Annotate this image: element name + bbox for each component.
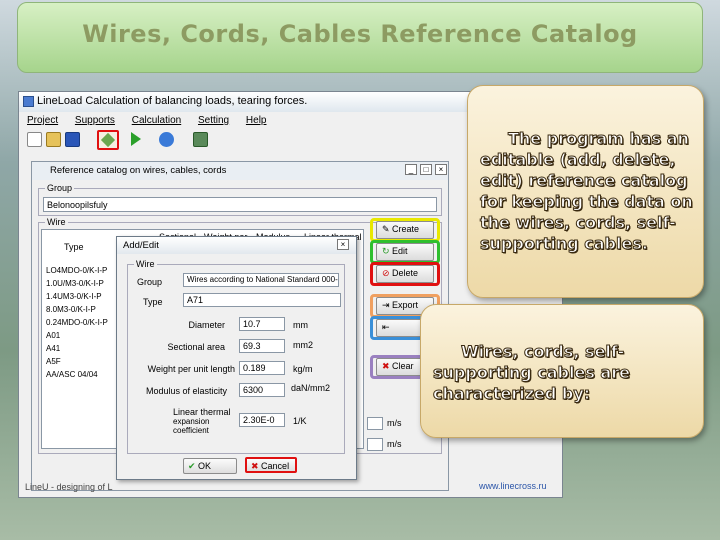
diameter-label: Diameter — [188, 320, 225, 330]
speed-spinner-1[interactable] — [367, 417, 383, 430]
speed-unit-2: m/s — [387, 439, 402, 449]
dialog-close-icon[interactable]: × — [337, 239, 349, 250]
menu-calculation[interactable]: Calculation — [132, 115, 181, 126]
column-header-type[interactable]: Type — [64, 242, 84, 252]
cancel-icon: ✖ — [251, 461, 262, 471]
catalog-title: Reference catalog on wires, cables, cord… — [50, 165, 227, 176]
dialog-wire-legend: Wire — [134, 259, 157, 269]
diameter-input[interactable]: 10.7 — [239, 317, 285, 331]
edit-label: Edit — [392, 246, 408, 256]
weight-label: Weight per unit length — [147, 364, 235, 374]
new-file-icon[interactable] — [27, 132, 42, 147]
cancel-button[interactable]: ✖ Cancel — [245, 457, 297, 473]
exit-icon[interactable] — [193, 132, 208, 147]
table-row[interactable]: 0.24MDO-0/K-I-P — [43, 318, 121, 330]
delete-label: Delete — [392, 268, 419, 278]
catalog-title-bar: Reference catalog on wires, cables, cord… — [32, 162, 448, 180]
modulus-label: Modulus of elasticity — [145, 386, 227, 396]
export-label: Export — [392, 300, 419, 310]
catalog-icon[interactable] — [97, 130, 119, 150]
group-legend: Group — [45, 183, 75, 193]
open-folder-icon[interactable] — [46, 132, 61, 147]
delete-button[interactable]: ⊘ Delete — [376, 265, 434, 283]
catalog-icon-mark — [100, 132, 116, 148]
dialog-type-label: Type — [143, 297, 163, 307]
thermal-unit: 1/K — [293, 416, 307, 426]
table-row[interactable]: 1.4UM3-0/K-I-P — [43, 292, 121, 304]
area-label: Sectional area — [167, 342, 225, 352]
minimize-icon[interactable]: _ — [405, 164, 417, 175]
save-icon[interactable] — [65, 132, 80, 147]
ok-button[interactable]: ✔ OK — [183, 458, 237, 474]
table-row[interactable]: A01 — [43, 331, 121, 343]
weight-input[interactable]: 0.189 — [239, 361, 285, 375]
ok-icon: ✔ — [188, 461, 199, 471]
callout-characteristics: Wires, cords, self-supporting cables are… — [420, 304, 704, 438]
callout-catalog: The program has an editable (add, delete… — [467, 85, 704, 298]
run-icon[interactable] — [131, 132, 141, 146]
speed-spinner-2[interactable] — [367, 438, 383, 451]
window-title: LineLoad Calculation of balancing loads,… — [37, 95, 308, 107]
table-row[interactable]: A41 — [43, 344, 121, 356]
dialog-group-label: Group — [137, 277, 163, 287]
callout-catalog-text: The program has an editable (add, delete… — [480, 129, 694, 254]
menu-supports[interactable]: Supports — [75, 115, 115, 126]
table-row[interactable]: A5F — [43, 357, 121, 369]
dialog-title: Add/Edit — [123, 240, 159, 251]
modulus-unit: daN/mm2 — [291, 383, 331, 393]
thermal-label-2: expansion — [173, 417, 210, 426]
table-row[interactable]: 8.0M3-0/K-I-P — [43, 305, 121, 317]
dialog-group-select[interactable]: Wires according to National Standard 000… — [183, 273, 339, 287]
menu-setting[interactable]: Setting — [198, 115, 229, 126]
thermal-label-1: Linear thermal — [173, 407, 231, 417]
table-row[interactable]: 1.0U/M3-0/K-I-P — [43, 279, 121, 291]
maximize-icon[interactable]: □ — [420, 164, 432, 175]
slide-title: Wires, Cords, Cables Reference Catalog — [82, 20, 638, 48]
close-icon[interactable]: × — [435, 164, 447, 175]
export-icon: ⇥ — [382, 300, 393, 310]
speed-unit-1: m/s — [387, 418, 402, 428]
ok-label: OK — [198, 461, 212, 471]
weight-unit: kg/m — [293, 364, 313, 374]
table-row[interactable]: LO4MDO-0/K-I-P — [43, 266, 121, 278]
group-select[interactable]: Belonoopilsfuly — [43, 197, 437, 212]
import-icon: ⇤ — [382, 322, 390, 332]
dialog-type-input[interactable]: A71 — [183, 293, 341, 307]
settings-icon[interactable] — [159, 132, 174, 147]
menu-help[interactable]: Help — [246, 115, 267, 126]
create-icon: ✎ — [382, 224, 393, 234]
edit-button[interactable]: ↻ Edit — [376, 243, 434, 261]
cancel-label: Cancel — [261, 461, 290, 471]
modulus-input[interactable]: 6300 — [239, 383, 285, 397]
callout-characteristics-text: Wires, cords, self-supporting cables are… — [433, 342, 631, 404]
dialog-title-bar: Add/Edit × — [117, 237, 356, 254]
diameter-unit: mm — [293, 320, 308, 330]
area-input[interactable]: 69.3 — [239, 339, 285, 353]
site-link[interactable]: www.linecross.ru — [479, 481, 547, 491]
app-icon — [23, 96, 34, 107]
table-row[interactable]: AA/ASC 04/04 — [43, 370, 121, 382]
edit-icon: ↻ — [382, 246, 393, 256]
clear-label: Clear — [392, 361, 414, 371]
group-fieldset: Group Belonoopilsfuly — [38, 183, 442, 216]
menu-project[interactable]: Project — [27, 115, 58, 126]
create-button[interactable]: ✎ Create — [376, 221, 434, 239]
clear-icon: ✖ — [382, 361, 393, 371]
wire-legend: Wire — [45, 217, 68, 227]
create-label: Create — [392, 224, 420, 234]
add-edit-dialog: Add/Edit × Wire Group Wires according to… — [116, 236, 357, 480]
thermal-label-3: coefficient — [173, 426, 209, 435]
area-unit: mm2 — [293, 340, 313, 350]
delete-icon: ⊘ — [382, 268, 393, 278]
thermal-input[interactable]: 2.30E-0 — [239, 413, 285, 427]
